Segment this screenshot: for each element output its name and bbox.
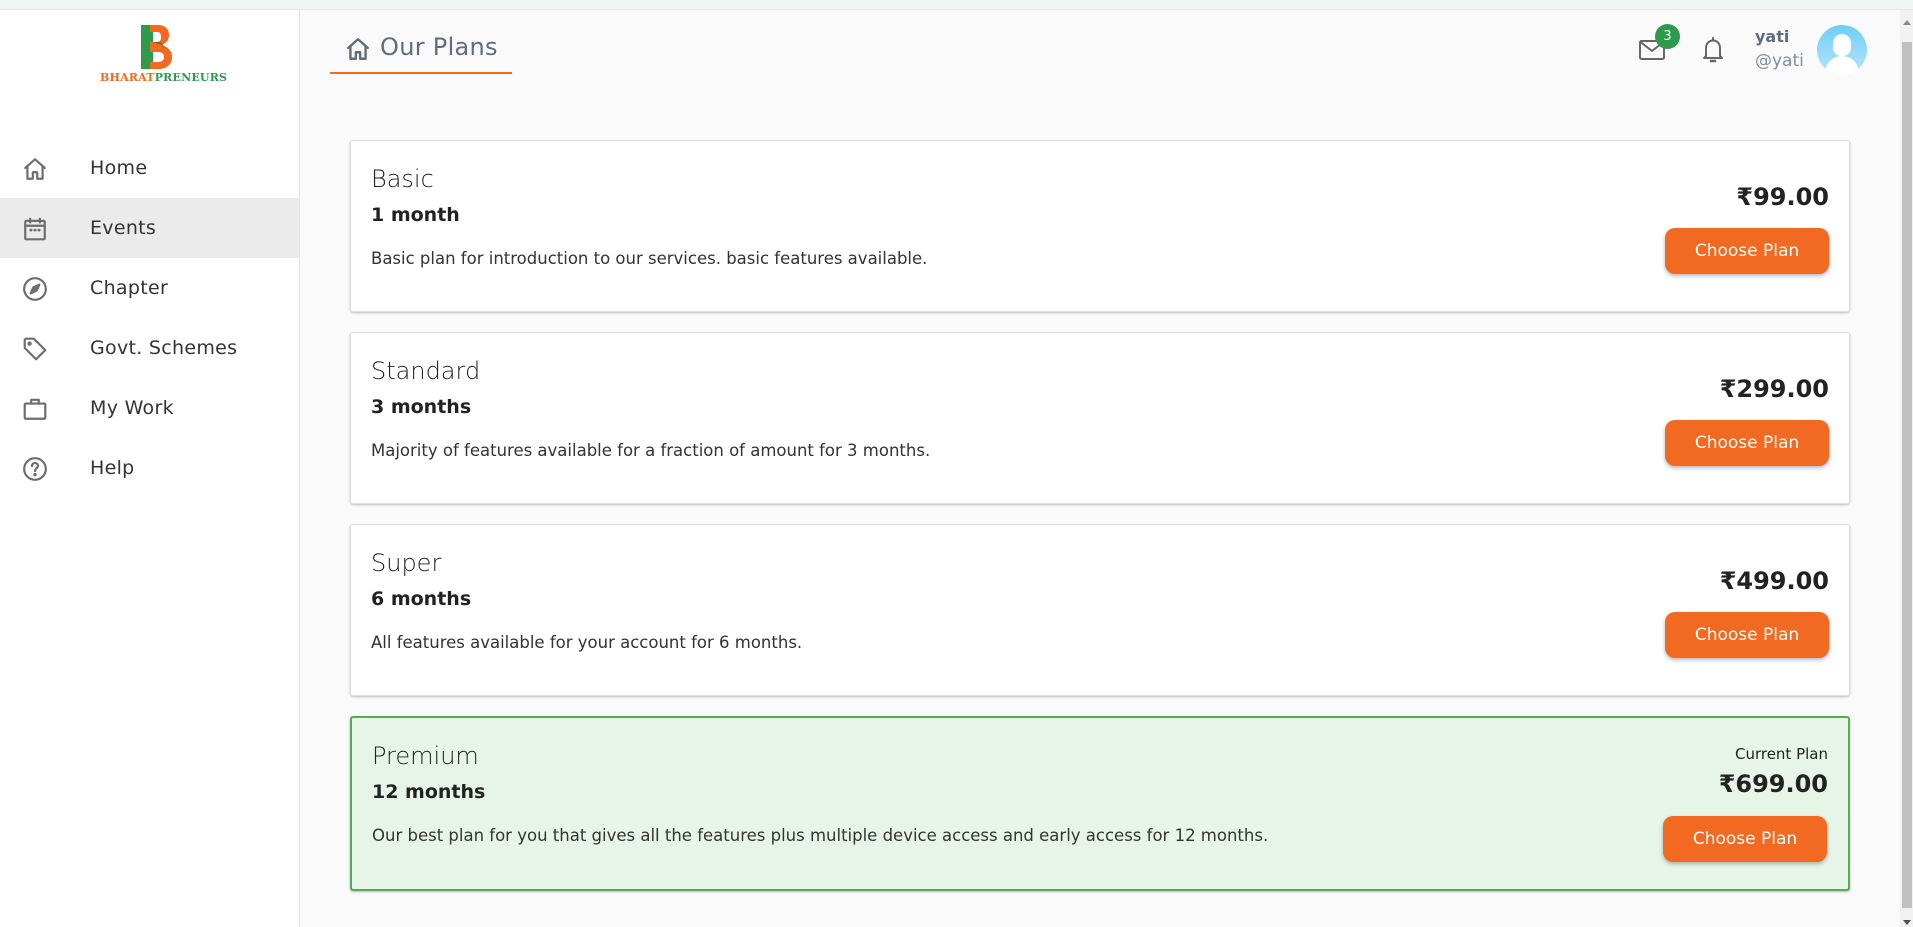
choose-plan-button[interactable]: Choose Plan — [1665, 612, 1829, 658]
choose-plan-button[interactable]: Choose Plan — [1665, 420, 1829, 466]
plan-description: Our best plan for you that gives all the… — [372, 826, 1269, 845]
choose-plan-button[interactable]: Choose Plan — [1665, 228, 1829, 274]
plan-duration: 1 month — [371, 204, 460, 226]
plan-name: Standard — [371, 357, 481, 385]
scrollbar-thumb[interactable] — [1902, 42, 1912, 908]
page-scrollbar[interactable] — [1900, 10, 1913, 927]
plan-price: ₹499.00 — [1719, 567, 1829, 595]
user-name: yati — [1755, 27, 1790, 46]
calendar-icon — [22, 216, 48, 242]
brand-logo[interactable]: BHARATPRENEURS — [100, 25, 228, 95]
plan-card-basic: Basic 1 month Basic plan for introductio… — [350, 140, 1850, 312]
logo-b-icon — [141, 25, 172, 69]
sidebar: BHARATPRENEURS Home Events Chapter Govt.… — [0, 10, 300, 927]
sidebar-item-label: Help — [90, 457, 135, 479]
briefcase-icon — [22, 396, 48, 422]
plan-name: Super — [371, 549, 442, 577]
scroll-up-arrow-icon[interactable] — [1903, 20, 1911, 25]
current-plan-label: Current Plan — [1734, 745, 1828, 763]
sidebar-item-label: Chapter — [90, 277, 169, 299]
user-handle: @yati — [1755, 51, 1804, 71]
plan-description: Basic plan for introduction to our servi… — [371, 249, 928, 268]
plan-description: Majority of features available for a fra… — [371, 441, 931, 460]
avatar-head-shape — [1833, 34, 1851, 56]
plan-duration: 3 months — [371, 396, 472, 418]
brand-name: BHARATPRENEURS — [100, 71, 228, 84]
avatar-body-shape — [1825, 56, 1859, 75]
sidebar-item-home[interactable]: Home — [0, 138, 299, 198]
plan-description: All features available for your account … — [371, 633, 803, 652]
sidebar-item-label: Govt. Schemes — [90, 337, 238, 359]
mail-count-badge: 3 — [1655, 24, 1680, 49]
page-title: Our Plans — [380, 33, 498, 61]
tag-icon — [22, 336, 48, 362]
plan-name: Premium — [372, 742, 479, 770]
sidebar-nav: Home Events Chapter Govt. Schemes My Wor… — [0, 138, 299, 498]
plan-duration: 12 months — [372, 781, 486, 803]
sidebar-item-help[interactable]: Help — [0, 438, 299, 498]
plan-card-super: Super 6 months All features available fo… — [350, 524, 1850, 696]
browser-top-strip — [0, 0, 1913, 10]
compass-icon — [22, 276, 48, 302]
sidebar-item-label: My Work — [90, 397, 174, 419]
scroll-down-arrow-icon[interactable] — [1903, 920, 1911, 925]
sidebar-item-label: Home — [90, 157, 148, 179]
home-icon — [22, 156, 48, 182]
sidebar-item-chapter[interactable]: Chapter — [0, 258, 299, 318]
plan-price: ₹99.00 — [1736, 183, 1829, 211]
home-icon — [345, 36, 371, 62]
plan-card-standard: Standard 3 months Majority of features a… — [350, 332, 1850, 504]
plan-name: Basic — [371, 165, 434, 193]
sidebar-item-govt-schemes[interactable]: Govt. Schemes — [0, 318, 299, 378]
sidebar-item-events[interactable]: Events — [0, 198, 299, 258]
plan-price: ₹299.00 — [1719, 375, 1829, 403]
plan-card-premium: Premium 12 months Our best plan for you … — [350, 716, 1850, 891]
help-circle-icon — [22, 456, 48, 482]
plan-duration: 6 months — [371, 588, 472, 610]
sidebar-item-my-work[interactable]: My Work — [0, 378, 299, 438]
plan-price: ₹699.00 — [1718, 770, 1828, 798]
avatar[interactable] — [1817, 25, 1867, 75]
choose-plan-button[interactable]: Choose Plan — [1663, 816, 1827, 862]
bell-icon[interactable] — [1700, 36, 1726, 64]
page-title-tab[interactable]: Our Plans — [330, 28, 512, 74]
sidebar-item-label: Events — [90, 217, 157, 239]
